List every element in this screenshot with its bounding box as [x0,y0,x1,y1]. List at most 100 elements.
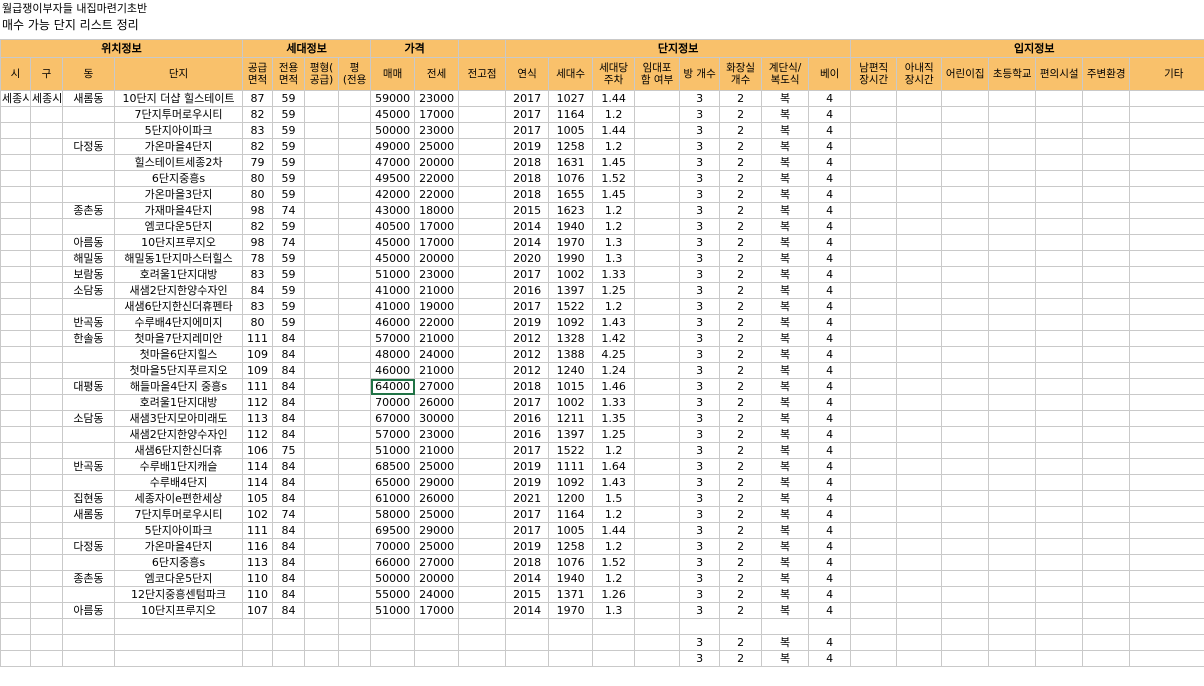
cell[interactable] [304,282,340,299]
cell[interactable]: 6단지중흥s [113,554,244,571]
cell[interactable] [634,458,681,475]
column-header-8[interactable]: 매매 [370,57,416,91]
cell[interactable] [62,362,115,379]
cell[interactable]: 20000 [414,154,460,171]
cell[interactable] [414,650,460,667]
cell[interactable] [850,266,898,283]
cell[interactable]: 4 [808,314,852,331]
cell[interactable] [634,90,681,107]
cell[interactable]: 복 [761,282,810,299]
cell[interactable] [1082,426,1131,443]
cell[interactable]: 수루배4단지 [113,474,244,491]
sheet-title-line-1[interactable]: 월급쟁이부자들 내집마련기초반 [2,0,147,17]
cell[interactable]: 4 [808,490,852,507]
cell[interactable] [304,554,340,571]
cell[interactable] [1082,538,1131,555]
cell[interactable]: 세종시 [0,90,31,107]
cell[interactable]: 2 [719,266,763,283]
cell[interactable]: 21000 [414,330,460,347]
cell[interactable]: 2 [719,330,763,347]
cell[interactable]: 23000 [414,122,460,139]
cell[interactable]: 2 [719,250,763,267]
cell[interactable] [1129,506,1204,523]
cell[interactable] [1129,554,1204,571]
cell[interactable]: 1.46 [592,378,636,395]
cell[interactable] [414,618,460,635]
cell[interactable] [338,90,372,107]
cell[interactable]: 29000 [414,522,460,539]
cell[interactable]: 1.44 [592,90,636,107]
cell[interactable] [988,394,1037,411]
cell[interactable]: 1.43 [592,314,636,331]
cell[interactable] [896,442,943,459]
cell[interactable] [0,154,31,171]
cell[interactable]: 3 [679,186,721,203]
cell[interactable] [62,634,115,651]
cell[interactable] [0,538,31,555]
cell[interactable]: 46000 [370,314,416,331]
cell[interactable]: 새샘3단지모아미래도 [113,410,244,427]
cell[interactable] [458,506,507,523]
cell[interactable] [62,298,115,315]
cell[interactable]: 7단지투머로우시티 [113,506,244,523]
cell[interactable]: 4 [808,570,852,587]
cell[interactable]: 복 [761,442,810,459]
cell[interactable] [634,650,681,667]
cell[interactable] [1082,106,1131,123]
column-header-23[interactable]: 편의시설 [1035,57,1084,91]
cell[interactable] [941,202,990,219]
cell[interactable] [896,218,943,235]
cell[interactable] [850,426,898,443]
cell[interactable]: 4 [808,362,852,379]
cell[interactable] [941,138,990,155]
cell[interactable]: 112 [242,394,274,411]
cell[interactable] [338,330,372,347]
cell[interactable]: 4 [808,378,852,395]
cell[interactable] [338,602,372,619]
cell[interactable] [1035,650,1084,667]
cell[interactable] [1129,202,1204,219]
cell[interactable]: 4 [808,522,852,539]
cell[interactable] [1129,410,1204,427]
cell[interactable] [1082,186,1131,203]
cell[interactable]: 1.25 [592,426,636,443]
cell[interactable]: 첫마을7단지레미안 [113,330,244,347]
column-header-6[interactable]: 평형(공급) [304,57,340,91]
cell[interactable] [634,634,681,651]
cell[interactable] [988,522,1037,539]
cell[interactable] [1129,154,1204,171]
cell[interactable]: 1940 [548,218,594,235]
cell[interactable]: 1164 [548,506,594,523]
cell[interactable]: 3 [679,442,721,459]
cell[interactable] [988,442,1037,459]
cell[interactable]: 새롬동 [62,506,115,523]
cell[interactable]: 복 [761,330,810,347]
cell[interactable] [113,634,244,651]
cell[interactable] [338,282,372,299]
cell[interactable] [850,490,898,507]
cell[interactable] [1082,522,1131,539]
cell[interactable] [0,122,31,139]
cell[interactable] [941,650,990,667]
cell[interactable] [304,394,340,411]
cell[interactable] [850,122,898,139]
cell[interactable] [896,570,943,587]
cell[interactable]: 3 [679,490,721,507]
cell[interactable]: 2 [719,602,763,619]
cell[interactable] [850,378,898,395]
cell[interactable] [0,266,31,283]
cell[interactable] [458,426,507,443]
cell[interactable] [1129,106,1204,123]
cell[interactable]: 84 [272,362,306,379]
cell[interactable] [0,346,31,363]
cell[interactable]: 1623 [548,202,594,219]
cell[interactable]: 2020 [505,250,550,267]
cell[interactable] [634,442,681,459]
cell[interactable]: 113 [242,554,274,571]
cell[interactable] [988,170,1037,187]
cell[interactable]: 반곡동 [62,314,115,331]
cell[interactable]: 1631 [548,154,594,171]
cell[interactable]: 82 [242,138,274,155]
cell[interactable]: 4 [808,282,852,299]
cell[interactable] [941,442,990,459]
